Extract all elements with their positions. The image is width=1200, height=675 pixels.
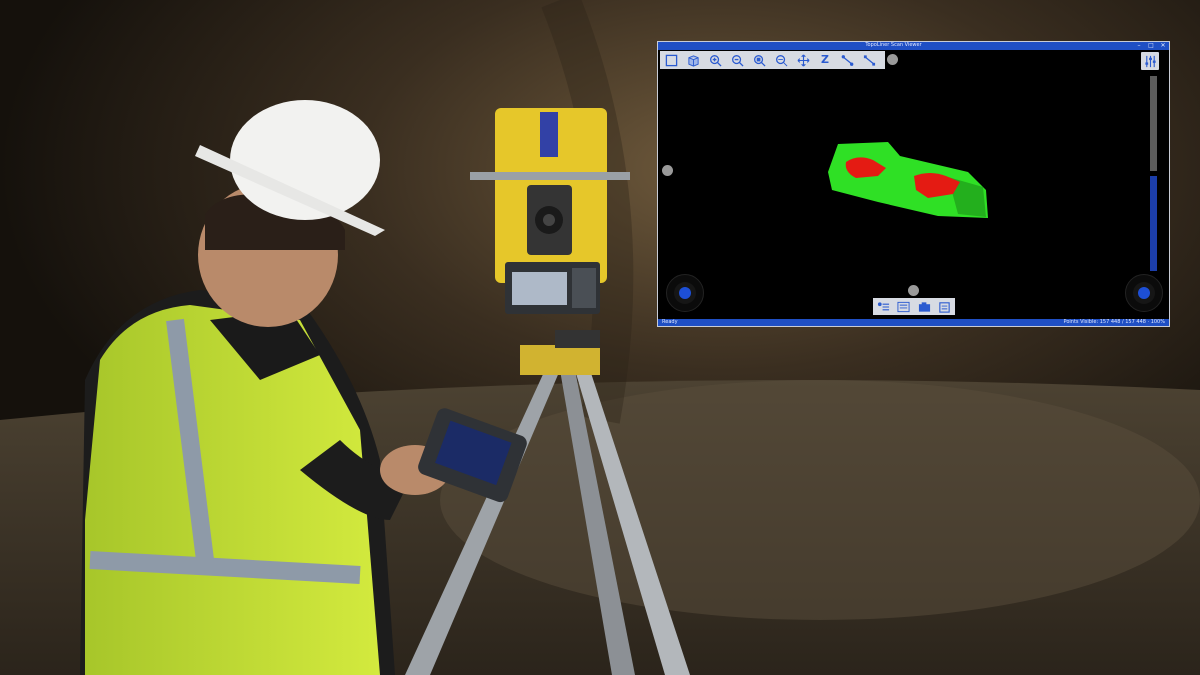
zoom-out-button[interactable] [726,52,748,68]
right-joystick[interactable] [1125,274,1163,312]
bottom-panel-handle[interactable] [908,285,919,296]
maximize-button[interactable]: □ [1148,41,1154,50]
zoom-in-button[interactable] [704,52,726,68]
clipboard-button[interactable] [937,300,953,313]
window-title: TopoLiner Scan Viewer [865,42,922,48]
zoom-window-icon [753,54,766,67]
bottom-toolbar [873,298,955,315]
measure-alt-icon [863,54,875,66]
layers-icon [877,301,889,310]
title-bar[interactable]: TopoLiner Scan Viewer – □ ✕ [658,42,1169,50]
status-bar: Ready Points Visible: 157 448 / 157 448 … [658,319,1169,326]
measure-button[interactable] [836,52,858,68]
status-left-text: Ready [662,319,678,325]
zoom-in-icon [709,54,722,67]
measure-icon [841,54,853,66]
camera-button[interactable] [916,300,932,313]
close-button[interactable]: ✕ [1160,41,1166,50]
zoom-window-button[interactable] [748,52,770,68]
zoom-out-icon [731,54,744,67]
minimize-button[interactable]: – [1136,41,1142,50]
vertical-slider-upper[interactable] [1150,76,1157,171]
toolbar-expand-handle[interactable] [887,54,898,65]
sliders-icon [1144,55,1156,67]
point-cloud-view[interactable] [818,132,998,232]
pan-button[interactable] [792,52,814,68]
camera-icon [918,301,930,312]
right-joystick-knob[interactable] [1138,287,1150,299]
vertical-slider-lower[interactable] [1150,176,1157,271]
zoom-fit-icon [775,54,787,66]
view-3d-button[interactable] [682,52,704,68]
view-box-icon [665,54,677,66]
zoom-fit-button[interactable] [770,52,792,68]
scan-viewer-window[interactable]: TopoLiner Scan Viewer – □ ✕ Z Ready Poin… [657,41,1170,327]
settings-button[interactable] [1141,52,1159,70]
list-icon [897,301,910,312]
window-controls: – □ ✕ [1136,41,1166,50]
clipboard-icon [939,301,950,313]
left-joystick[interactable] [666,274,704,312]
measure-alt-button[interactable] [858,52,880,68]
layers-button[interactable] [875,300,891,313]
view-toolbar: Z [660,51,885,69]
left-panel-handle[interactable] [662,165,673,176]
z-axis-label: Z [821,53,829,66]
left-joystick-knob[interactable] [679,287,691,299]
points-visible-text: Points Visible: 157 448 / 157 448 · 100% [1063,319,1166,325]
pan-icon [797,54,809,66]
view-box-button[interactable] [660,52,682,68]
view-3d-icon [687,54,699,67]
list-button[interactable] [896,300,912,313]
z-axis-button[interactable]: Z [814,52,836,68]
